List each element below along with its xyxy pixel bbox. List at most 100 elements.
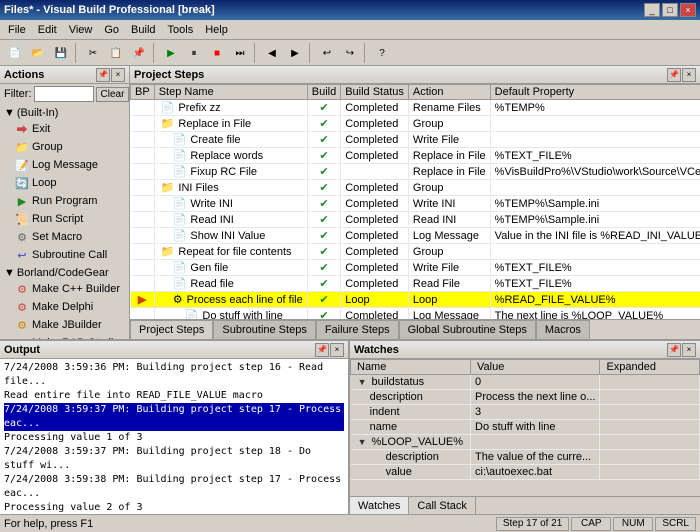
watch-tab-bar: Watches Call Stack <box>350 496 700 514</box>
watch-row[interactable]: indent 3 <box>351 405 700 420</box>
table-row[interactable]: 📁 Replace in File ✔ Completed Group <box>131 116 700 132</box>
table-row[interactable]: 📄 Fixup RC File ✔ Replace in File %VisBu… <box>131 164 700 180</box>
watch-col-value[interactable]: Value <box>471 360 600 375</box>
menu-file[interactable]: File <box>2 22 32 38</box>
toolbar-separator-5 <box>364 43 368 63</box>
table-row[interactable]: ▶ ⚙ Process each line of file ✔ Loop Loo… <box>131 292 700 308</box>
col-default-prop[interactable]: Default Property <box>490 85 700 100</box>
action-cpp-builder[interactable]: ⚙ Make C++ Builder <box>10 280 127 298</box>
watch-row[interactable]: value ci:\autoexec.bat <box>351 465 700 480</box>
expand-icon[interactable]: ▼ <box>358 437 367 447</box>
minimize-button[interactable]: _ <box>644 3 660 17</box>
col-action[interactable]: Action <box>408 85 490 100</box>
tab-project-steps[interactable]: Project Steps <box>130 320 213 339</box>
cut-button[interactable]: ✂ <box>82 42 104 64</box>
watch-row[interactable]: description Process the next line o... <box>351 390 700 405</box>
menu-go[interactable]: Go <box>98 22 125 38</box>
table-row[interactable]: 📁 INI Files ✔ Completed Group <box>131 180 700 196</box>
step-button[interactable]: ⏭ <box>229 42 251 64</box>
run-button[interactable]: ▶ <box>160 42 182 64</box>
steps-panel-pin[interactable]: 📌 <box>667 68 681 82</box>
new-button[interactable]: 📄 <box>4 42 26 64</box>
watch-tab-call-stack[interactable]: Call Stack <box>409 497 476 514</box>
action-group[interactable]: 📁 Group <box>10 138 127 156</box>
tab-macros[interactable]: Macros <box>536 320 590 339</box>
actions-group-builtin-header[interactable]: ▼ (Built-In) <box>2 106 127 120</box>
action-loop[interactable]: 🔄 Loop <box>10 174 127 192</box>
step-type-icon: 📄 <box>173 149 187 162</box>
close-button[interactable]: × <box>680 3 696 17</box>
col-step-name[interactable]: Step Name <box>154 85 307 100</box>
step-name-cell: 📁 Repeat for file contents <box>154 244 307 260</box>
watch-row[interactable]: description The value of the curre... <box>351 450 700 465</box>
table-row[interactable]: 📄 Show INI Value ✔ Completed Log Message… <box>131 228 700 244</box>
watch-row[interactable]: name Do stuff with line <box>351 420 700 435</box>
save-button[interactable]: 💾 <box>50 42 72 64</box>
menu-view[interactable]: View <box>63 22 99 38</box>
menu-help[interactable]: Help <box>199 22 234 38</box>
panel-pin-button[interactable]: 📌 <box>96 68 110 82</box>
action-exit[interactable]: ⮕ Exit <box>10 120 127 138</box>
paste-button[interactable]: 📌 <box>128 42 150 64</box>
watch-col-name[interactable]: Name <box>351 360 471 375</box>
step-type-icon: 📁 <box>161 245 175 258</box>
table-row[interactable]: 📄 Gen file ✔ Completed Write File %TEXT_… <box>131 260 700 276</box>
table-row[interactable]: 📄 Read INI ✔ Completed Read INI %TEMP%\S… <box>131 212 700 228</box>
build-check-icon: ✔ <box>319 134 328 146</box>
watch-row[interactable]: ▼ %LOOP_VALUE% <box>351 435 700 450</box>
step-name-cell: ⚙ Process each line of file <box>154 292 307 308</box>
table-row[interactable]: 📄 Read file ✔ Completed Read File %TEXT_… <box>131 276 700 292</box>
steps-panel-close[interactable]: × <box>682 68 696 82</box>
table-row[interactable]: 📁 Repeat for file contents ✔ Completed G… <box>131 244 700 260</box>
col-build-status[interactable]: Build Status <box>341 85 409 100</box>
menu-build[interactable]: Build <box>125 22 161 38</box>
watch-row[interactable]: ▼ buildstatus 0 <box>351 375 700 390</box>
filter-input[interactable] <box>34 86 94 102</box>
maximize-button[interactable]: □ <box>662 3 678 17</box>
build-check-icon: ✔ <box>319 166 328 178</box>
action-jbuilder[interactable]: ⚙ Make JBuilder <box>10 316 127 334</box>
action-run-program[interactable]: ▶ Run Program <box>10 192 127 210</box>
filter-clear-button[interactable]: Clear <box>96 87 130 102</box>
watch-name: buildstatus <box>372 376 425 388</box>
copy-button[interactable]: 📋 <box>105 42 127 64</box>
help-button[interactable]: ? <box>371 42 393 64</box>
undo-button[interactable]: ↩ <box>316 42 338 64</box>
action-delphi[interactable]: ⚙ Make Delphi <box>10 298 127 316</box>
watches-close[interactable]: × <box>682 343 696 357</box>
stop-button[interactable]: ■ <box>206 42 228 64</box>
col-bp[interactable]: BP <box>131 85 155 100</box>
watches-pin[interactable]: 📌 <box>667 343 681 357</box>
action-log[interactable]: 📝 Log Message <box>10 156 127 174</box>
action-run-script[interactable]: 📜 Run Script <box>10 210 127 228</box>
open-button[interactable]: 📂 <box>27 42 49 64</box>
menu-tools[interactable]: Tools <box>162 22 200 38</box>
watch-col-expanded[interactable]: Expanded <box>600 360 700 375</box>
watch-tab-watches[interactable]: Watches <box>350 497 409 514</box>
tab-failure-steps[interactable]: Failure Steps <box>316 320 399 339</box>
bp-cell <box>131 180 155 196</box>
table-row[interactable]: 📄 Write INI ✔ Completed Write INI %TEMP%… <box>131 196 700 212</box>
tab-subroutine-steps[interactable]: Subroutine Steps <box>213 320 315 339</box>
tab-global-subroutine[interactable]: Global Subroutine Steps <box>399 320 536 339</box>
table-row[interactable]: 📄 Create file ✔ Completed Write File <box>131 132 700 148</box>
output-close[interactable]: × <box>330 343 344 357</box>
filter-label: Filter: <box>4 88 32 100</box>
table-row[interactable]: 📄 Replace words ✔ Completed Replace in F… <box>131 148 700 164</box>
action-subroutine[interactable]: ↩ Subroutine Call <box>10 246 127 264</box>
pause-button[interactable]: ⏸ <box>183 42 205 64</box>
actions-group-borland-header[interactable]: ▼ Borland/CodeGear <box>2 266 127 280</box>
expand-icon[interactable]: ▼ <box>358 377 367 387</box>
output-pin[interactable]: 📌 <box>315 343 329 357</box>
redo-button[interactable]: ↪ <box>339 42 361 64</box>
forward-button[interactable]: ▶ <box>284 42 306 64</box>
back-button[interactable]: ◀ <box>261 42 283 64</box>
panel-close-button[interactable]: × <box>111 68 125 82</box>
table-row[interactable]: 📄 Prefix zz ✔ Completed Rename Files %TE… <box>131 100 700 116</box>
build-status-cell: Completed <box>341 244 409 260</box>
col-build[interactable]: Build <box>307 85 340 100</box>
menu-edit[interactable]: Edit <box>32 22 63 38</box>
table-row[interactable]: 📄 Do stuff with line ✔ Completed Log Mes… <box>131 308 700 320</box>
action-set-macro[interactable]: ⚙ Set Macro <box>10 228 127 246</box>
step-name-cell: 📄 Show INI Value <box>154 228 307 244</box>
